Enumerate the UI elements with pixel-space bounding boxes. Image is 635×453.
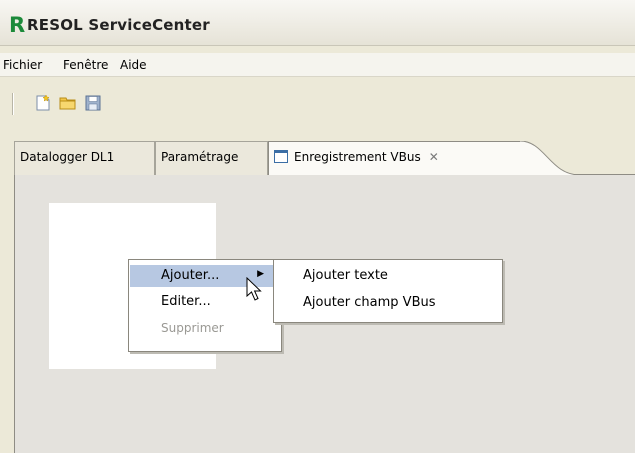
menu-fichier[interactable]: Fichier [3, 58, 42, 72]
tab-label: Paramétrage [161, 150, 239, 164]
toolbar [0, 88, 635, 118]
context-menu: Ajouter... ▶ Editer... Supprimer [128, 259, 282, 352]
menu-item-label: Ajouter... [161, 268, 220, 283]
menu-aide[interactable]: Aide [120, 58, 147, 72]
app-logo-icon: R [9, 13, 26, 37]
tab-datalogger-dl1[interactable]: Datalogger DL1 [14, 141, 155, 175]
save-disk-icon[interactable] [84, 94, 102, 112]
mouse-cursor-icon [246, 277, 262, 301]
menu-fenetre[interactable]: Fenêtre [63, 58, 108, 72]
tab-label: Datalogger DL1 [20, 150, 115, 164]
close-tab-icon[interactable]: ✕ [429, 150, 439, 164]
submenu-ajouter: Ajouter texte Ajouter champ VBus [273, 259, 503, 323]
menu-item-ajouter-texte[interactable]: Ajouter texte [275, 264, 501, 286]
menu-item-label: Ajouter texte [303, 268, 388, 283]
tab-enregistrement-vbus[interactable]: Enregistrement VBus ✕ [268, 141, 522, 176]
menu-item-label: Editer... [161, 294, 211, 309]
new-document-icon[interactable] [34, 94, 52, 112]
toolbar-grip[interactable] [12, 93, 14, 115]
menu-bar: Fichier Fenêtre Aide [0, 53, 635, 77]
window-title: RESOL ServiceCenter [27, 16, 210, 34]
menu-item-label: Ajouter champ VBus [303, 295, 436, 310]
title-bar: R RESOL ServiceCenter [0, 0, 635, 46]
menu-item-supprimer: Supprimer [130, 318, 280, 340]
menu-item-label: Supprimer [161, 321, 224, 335]
tab-parametrage[interactable]: Paramétrage [155, 141, 268, 175]
editor-tab-bar: Datalogger DL1 Paramétrage Enregistremen… [14, 141, 635, 176]
open-folder-icon[interactable] [59, 94, 77, 112]
tab-label: Enregistrement VBus [294, 150, 421, 164]
tab-curve [520, 141, 590, 175]
menu-item-ajouter-champ-vbus[interactable]: Ajouter champ VBus [275, 291, 501, 313]
vbus-recording-icon [274, 150, 288, 163]
